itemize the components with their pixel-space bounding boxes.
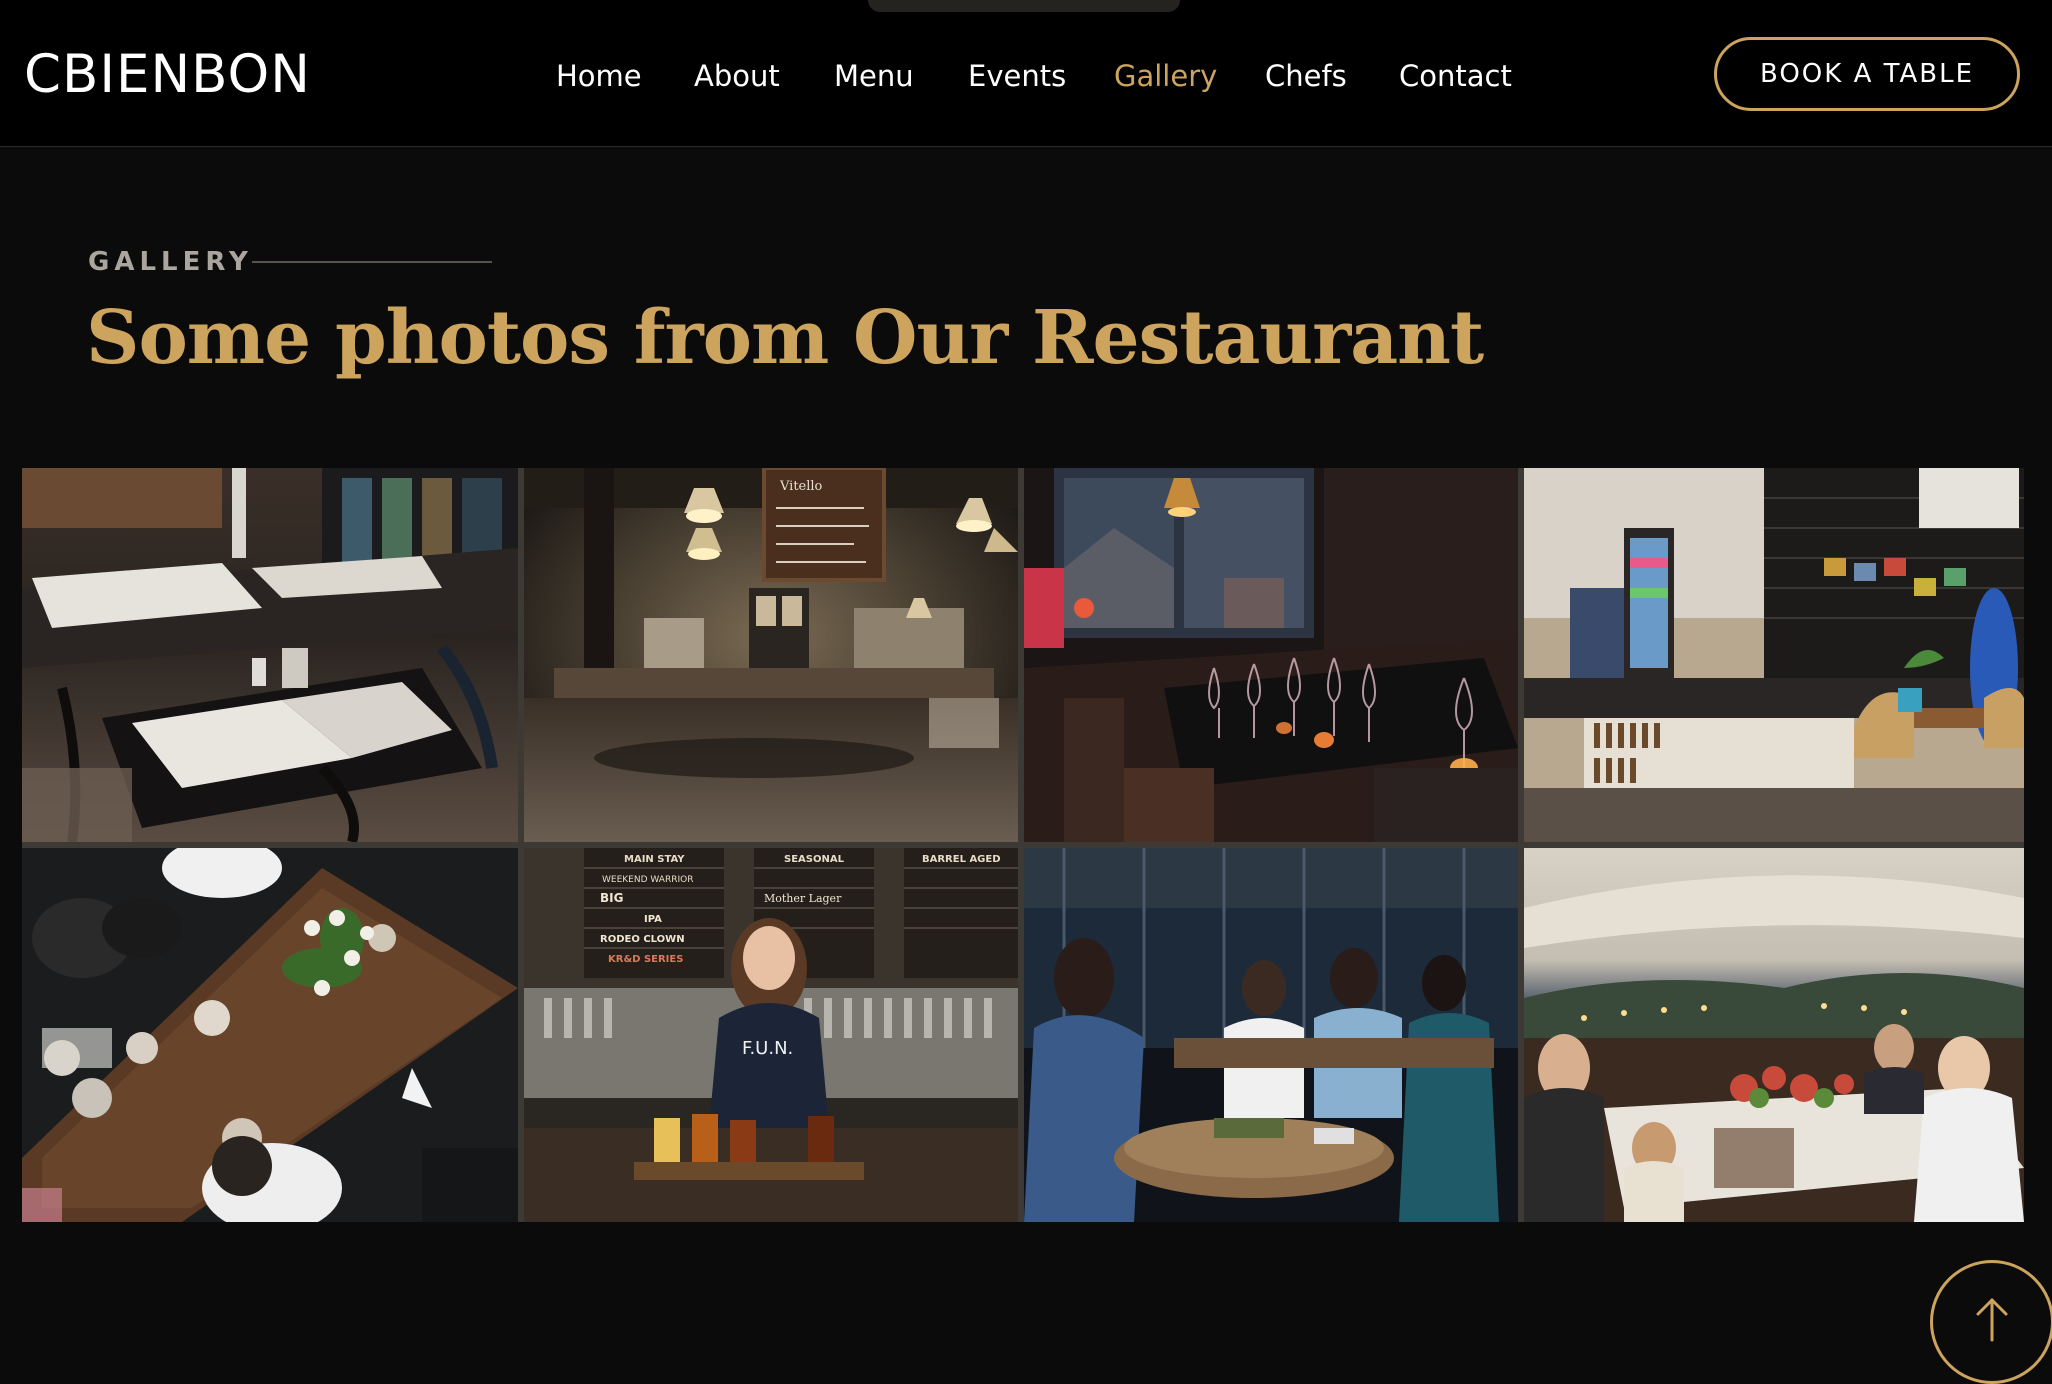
section-title: Some photos from Our Restaurant	[86, 295, 1484, 381]
board-left-line-2: WEEKEND WARRIOR	[602, 875, 693, 885]
board-left-line-6: KR&D SERIES	[608, 954, 683, 965]
nav-contact[interactable]: Contact	[1399, 56, 1512, 96]
board-left-line-3: BIG	[600, 891, 623, 905]
board-right-line-2: Mother Lager	[764, 892, 842, 905]
board-left-line-4: IPA	[644, 914, 662, 925]
nav-gallery[interactable]: Gallery	[1114, 56, 1217, 96]
nav-chefs[interactable]: Chefs	[1265, 56, 1347, 96]
gallery-photo-friends-terrace[interactable]	[1024, 848, 1518, 1222]
gallery-photo-overhead-table[interactable]	[22, 848, 518, 1222]
nav-about[interactable]: About	[694, 56, 780, 96]
book-table-button[interactable]: BOOK A TABLE	[1714, 37, 2020, 111]
gallery-photo-wine-tables[interactable]	[1024, 468, 1518, 842]
board-left-line-5: RODEO CLOWN	[600, 934, 685, 945]
arrow-up-icon	[1976, 1298, 2008, 1342]
scroll-to-top-button[interactable]	[1930, 1260, 2052, 1384]
site-header: CBIENBON Home About Menu Events Gallery …	[0, 0, 2052, 147]
shirt-text: F.U.N.	[742, 1038, 793, 1059]
board-right-line-3: BARREL AGED	[922, 854, 1001, 865]
gallery-photo-cafe-counter[interactable]	[1524, 468, 2024, 842]
nav-home[interactable]: Home	[556, 56, 642, 96]
board-left-line-1: MAIN STAY	[624, 854, 685, 865]
board-right-line-1: SEASONAL	[784, 854, 845, 865]
gallery-photo-cafe-interior[interactable]	[22, 468, 518, 842]
section-eyebrow: GALLERY	[88, 247, 253, 277]
gallery-photo-dinner-party[interactable]	[1524, 848, 2024, 1222]
chalkboard-text: Vitello	[779, 479, 823, 494]
gallery-photo-brewery-bartender[interactable]: MAIN STAY WEEKEND WARRIOR BIG IPA RODEO …	[524, 848, 1018, 1222]
eyebrow-divider	[252, 261, 492, 263]
photo-gallery: Vitello MAIN STAY WEEKEND WARRIOR BIG IP…	[22, 468, 2024, 1222]
gallery-photo-pub-interior[interactable]: Vitello	[524, 468, 1018, 842]
nav-menu[interactable]: Menu	[834, 56, 914, 96]
nav-events[interactable]: Events	[968, 56, 1066, 96]
